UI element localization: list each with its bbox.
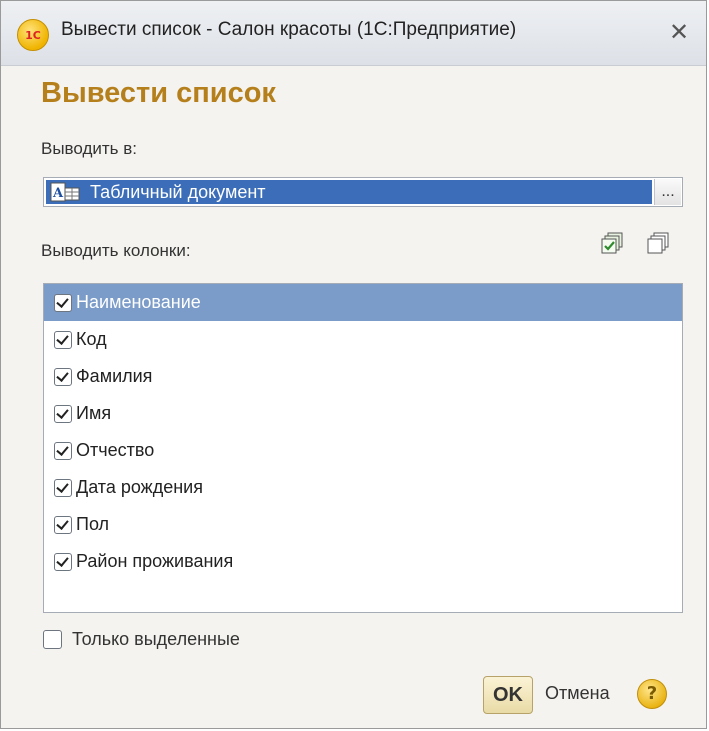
list-item[interactable]: Дата рождения	[44, 469, 682, 506]
list-item[interactable]: Код	[44, 321, 682, 358]
title-bar[interactable]: 1С Вывести список - Салон красоты (1С:Пр…	[1, 1, 706, 66]
checkbox[interactable]	[54, 515, 72, 534]
app-logo-icon: 1С	[17, 19, 49, 51]
checkbox[interactable]	[54, 293, 72, 312]
checkbox[interactable]	[54, 367, 72, 386]
close-button[interactable]: ✕	[664, 15, 694, 49]
list-item[interactable]: Отчество	[44, 432, 682, 469]
column-label: Фамилия	[76, 366, 153, 386]
ok-button[interactable]: OK	[483, 676, 533, 714]
list-item[interactable]: Пол	[44, 506, 682, 543]
output-to-label: Выводить в:	[41, 139, 138, 158]
column-label: Наименование	[76, 292, 201, 312]
columns-label: Выводить колонки:	[41, 241, 191, 260]
list-item[interactable]: Имя	[44, 395, 682, 432]
checkbox[interactable]	[54, 478, 72, 497]
list-item[interactable]: Район проживания	[44, 543, 682, 580]
checkbox[interactable]	[54, 441, 72, 460]
checkbox[interactable]	[54, 552, 72, 571]
column-label: Имя	[76, 403, 112, 423]
only-selected-option[interactable]: Только выделенные	[43, 629, 240, 650]
check-all-icon[interactable]	[599, 231, 625, 257]
output-to-value[interactable]: A Табличный документ	[46, 180, 652, 204]
dialog-window: 1С Вывести список - Салон красоты (1С:Пр…	[0, 0, 707, 729]
columns-list[interactable]: Наименование Код Фамилия Имя Отчество Да…	[43, 283, 683, 613]
window-title: Вывести список - Салон красоты (1С:Предп…	[61, 19, 517, 40]
svg-text:A: A	[52, 186, 64, 201]
only-selected-checkbox[interactable]	[43, 630, 62, 649]
column-label: Пол	[76, 514, 110, 534]
cancel-button[interactable]: Отмена	[545, 683, 610, 704]
column-label: Дата рождения	[76, 477, 203, 497]
select-button[interactable]: ...	[654, 179, 681, 205]
output-to-field[interactable]: A Табличный документ ...	[43, 177, 683, 207]
column-label: Код	[76, 329, 107, 349]
list-item[interactable]: Фамилия	[44, 358, 682, 395]
checkbox[interactable]	[54, 404, 72, 423]
column-label: Район проживания	[76, 551, 234, 571]
uncheck-all-icon[interactable]	[645, 231, 671, 257]
only-selected-label: Только выделенные	[72, 629, 240, 649]
checkbox[interactable]	[54, 330, 72, 349]
form-title: Вывести список	[41, 77, 276, 109]
output-to-text: Табличный документ	[90, 182, 266, 202]
help-icon[interactable]: ?	[637, 679, 667, 709]
column-label: Отчество	[76, 440, 155, 460]
list-item[interactable]: Наименование	[44, 284, 682, 321]
spreadsheet-document-icon: A	[50, 182, 80, 202]
